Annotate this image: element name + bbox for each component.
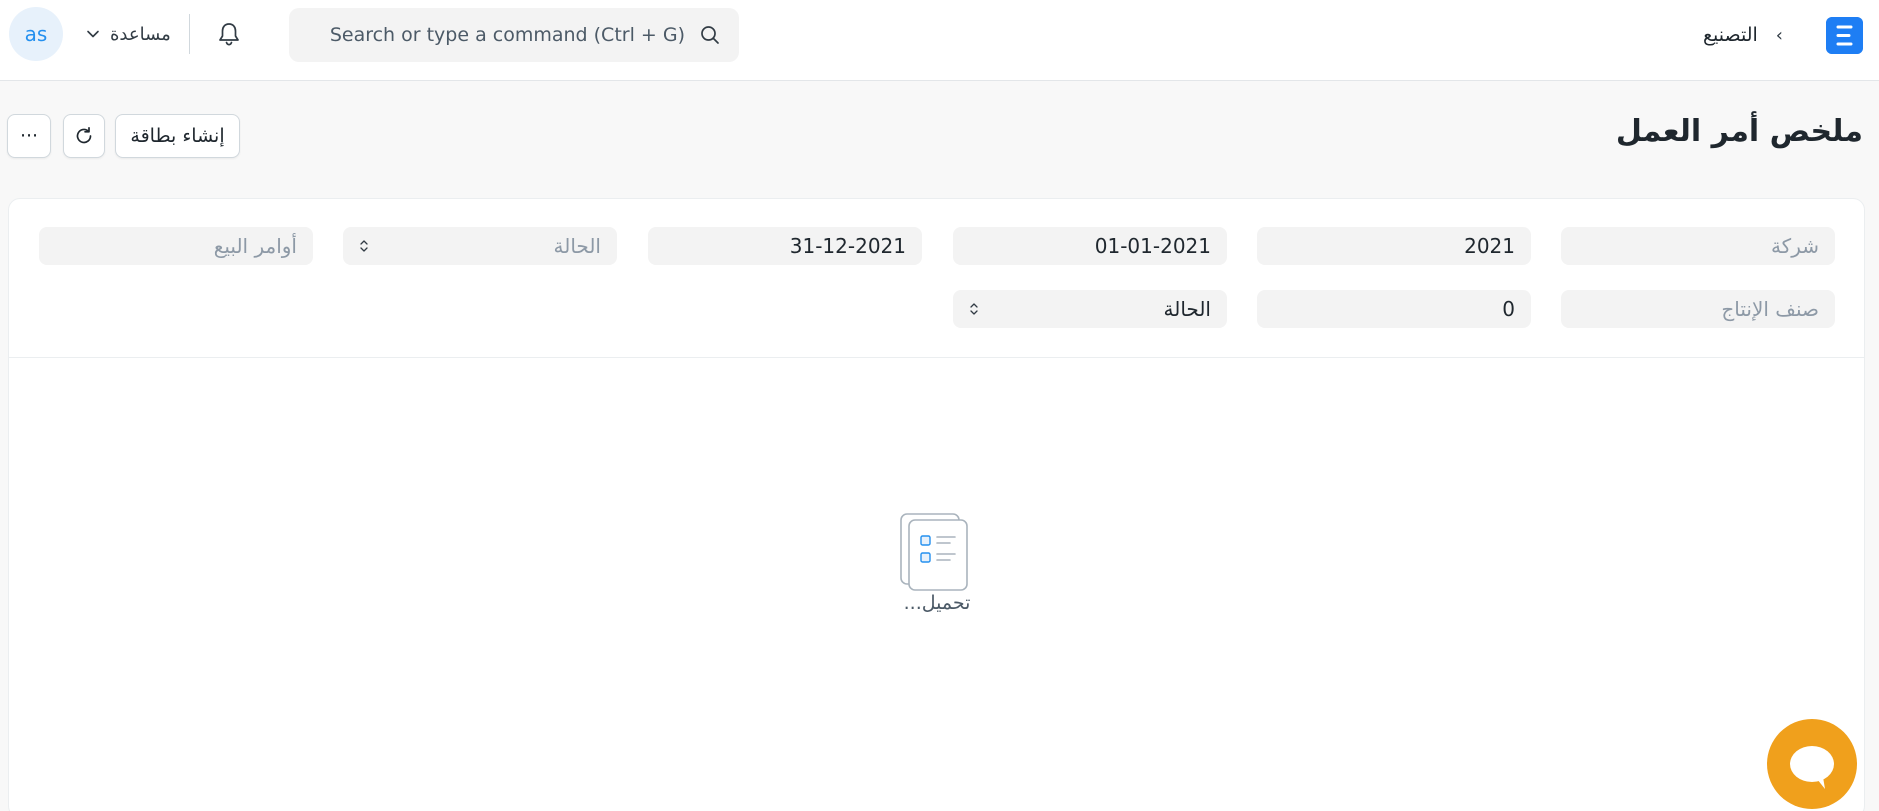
create-card-button[interactable]: إنشاء بطاقة (115, 114, 240, 158)
help-dropdown[interactable]: مساعدة (86, 18, 171, 50)
page-title: ملخص أمر العمل (1615, 114, 1863, 149)
status-select[interactable]: الحالة (343, 227, 617, 265)
awesomebar-search[interactable] (289, 8, 739, 62)
refresh-button[interactable] (63, 114, 105, 158)
breadcrumb: › التصنيع (1703, 18, 1783, 52)
age-field[interactable]: 0 (1257, 290, 1531, 328)
navbar-divider (189, 14, 190, 54)
company-field[interactable]: شركة (1561, 227, 1835, 265)
loading-state: تحميل... (892, 512, 982, 622)
select-arrows-icon (360, 240, 368, 252)
report-placeholder-icon (900, 513, 968, 591)
select-arrows-icon (970, 303, 978, 315)
search-input[interactable] (325, 24, 685, 46)
notification-bell-icon[interactable] (215, 20, 243, 48)
search-icon (701, 26, 719, 44)
to-date-field[interactable]: 31-12-2021 (648, 227, 922, 265)
more-actions-button[interactable]: ··· (7, 114, 51, 158)
more-icon: ··· (19, 125, 39, 147)
report-card: شركة 2021 01-01-2021 31-12-2021 الحالة أ… (8, 198, 1865, 811)
breadcrumb-module-link[interactable]: التصنيع (1703, 24, 1758, 46)
help-label: مساعدة (110, 23, 171, 45)
navbar: as مساعدة › التصنيع (0, 0, 1879, 81)
user-avatar[interactable]: as (9, 7, 63, 61)
loading-text: تحميل... (903, 592, 971, 614)
chevron-down-icon (87, 30, 99, 38)
chat-support-button[interactable] (1767, 719, 1857, 809)
production-item-field[interactable]: صنف الإنتاج (1561, 290, 1835, 328)
refresh-icon (76, 126, 92, 144)
breadcrumb-separator: › (1775, 24, 1783, 46)
app-logo-icon[interactable] (1826, 17, 1863, 54)
filters-divider (9, 357, 1864, 358)
chat-icon (1790, 746, 1834, 789)
sales-orders-field[interactable]: أوامر البيع (39, 227, 313, 265)
from-date-field[interactable]: 01-01-2021 (953, 227, 1227, 265)
fiscal-year-field[interactable]: 2021 (1257, 227, 1531, 265)
charts-based-on-select[interactable]: الحالة (953, 290, 1227, 328)
